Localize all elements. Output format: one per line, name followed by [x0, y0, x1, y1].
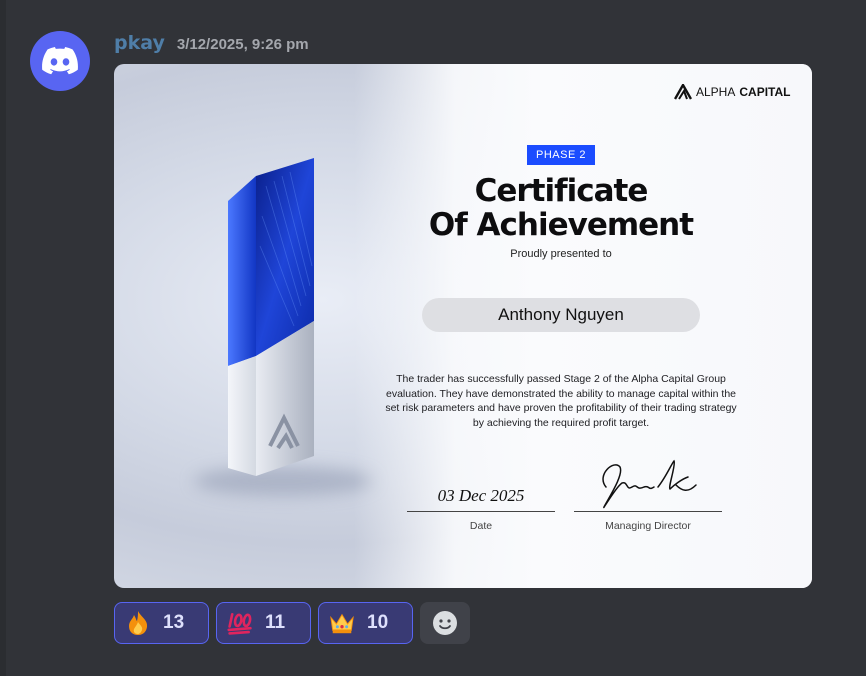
title-line-2: Of Achievement — [428, 207, 694, 243]
left-gutter — [0, 0, 6, 676]
smiley-add-reaction-icon — [433, 611, 457, 635]
trophy-image — [228, 158, 314, 476]
discord-logo-icon — [42, 47, 78, 75]
message-header: pkay 3/12/2025, 9:26 pm — [114, 32, 309, 60]
reaction-count-fire: 13 — [163, 612, 185, 633]
avatar[interactable] — [30, 31, 90, 91]
date-label: Date — [469, 520, 493, 532]
crown-icon — [329, 610, 355, 636]
username[interactable]: pkay — [114, 32, 165, 54]
timestamp: 3/12/2025, 9:26 pm — [176, 36, 309, 53]
certificate-date: 03 Dec 2025 — [437, 486, 525, 505]
alpha-capital-logo-icon — [674, 84, 692, 100]
brand-logo: ALPHA CAPITAL — [674, 84, 790, 100]
date-line — [407, 511, 555, 512]
add-reaction-button[interactable] — [420, 602, 470, 644]
director-signature — [602, 459, 697, 509]
fire-icon — [125, 610, 151, 636]
certificate-title: Certificate Of Achievement — [382, 174, 740, 242]
reaction-fire[interactable]: 13 — [114, 602, 209, 644]
reaction-count-crown: 10 — [367, 612, 389, 633]
reactions-bar: 13 11 10 — [114, 602, 470, 644]
managing-director-label: Managing Director — [605, 520, 691, 532]
reaction-crown[interactable]: 10 — [318, 602, 413, 644]
certificate-image-attachment[interactable]: ALPHA CAPITAL PHASE 2 Certificate Of Achi… — [114, 64, 812, 588]
hundred-points-icon — [227, 610, 253, 636]
phase-badge: PHASE 2 — [527, 145, 595, 165]
brand-suffix: CAPITAL — [739, 85, 791, 99]
brand-prefix: ALPHA — [696, 85, 736, 99]
presented-to-label: Proudly presented to — [510, 248, 612, 260]
title-line-1: Certificate — [474, 173, 649, 209]
signature-line — [574, 511, 722, 512]
reaction-count-hundred: 11 — [265, 612, 286, 633]
reaction-hundred[interactable]: 11 — [216, 602, 311, 644]
recipient-name: Anthony Nguyen — [422, 298, 700, 332]
certificate-body: The trader has successfully passed Stage… — [385, 373, 737, 429]
